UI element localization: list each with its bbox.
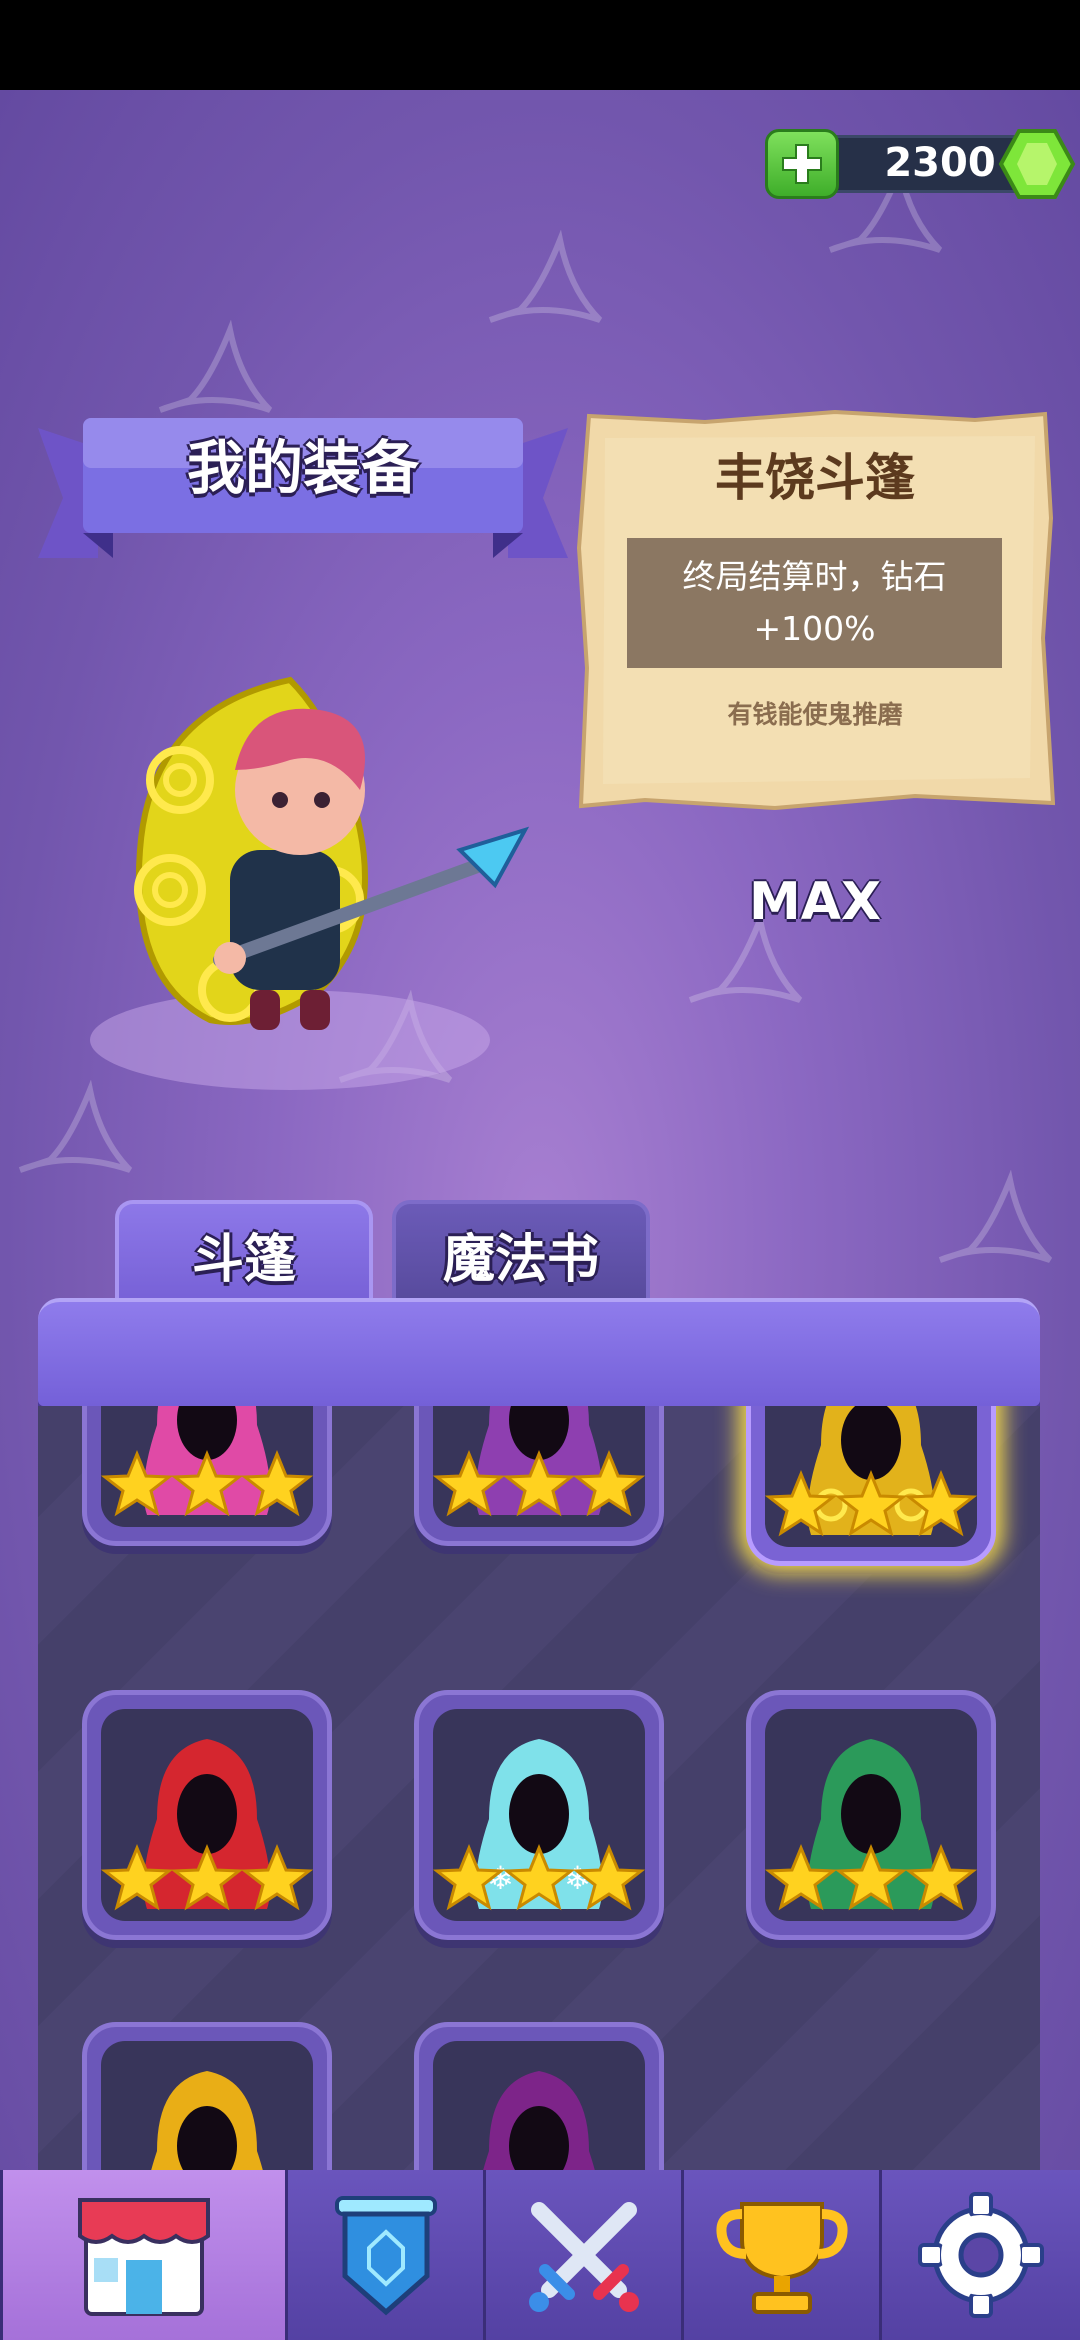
cloak-slot-dark-purple[interactable] [414,2022,664,2170]
cloak-slot-golden-swirl[interactable] [746,1406,996,1566]
cloak-slot-inner [101,2041,313,2170]
inventory-header-bar [38,1298,1040,1406]
wizard-character-with-golden-cloak [90,676,530,1090]
dark-purple-cloak-icon [483,2071,595,2170]
cloak-slot-inner [433,1406,645,1527]
gear-icon [918,2192,1044,2318]
trophy-icon [715,2202,848,2314]
page-title: 我的装备 [186,434,419,502]
cloak-slot-purple-star[interactable] [414,1406,664,1546]
nav-battle[interactable] [483,2170,681,2340]
cloak-slot-red[interactable] [82,1690,332,1940]
cloak-slot-inner [101,1709,313,1921]
cloak-slot-ice-snowflake[interactable]: ❄ ❄ [414,1690,664,1940]
nav-trophy[interactable] [681,2170,879,2340]
bottom-navigation [0,2170,1080,2340]
three-stars-icon [433,1450,645,1517]
item-effect: 终局结算时，钻石+100% [682,557,947,648]
cloak-slot-inner [101,1406,313,1527]
three-stars-icon [101,1450,313,1517]
nav-shop[interactable] [0,2170,285,2340]
equipment-screen: 2300 我的装备 丰饶斗篷 终局结算时，钻石+100% 有钱能使鬼推磨 MAX… [0,90,1080,2170]
cloak-slot-yellow-star[interactable] [82,2022,332,2170]
nav-settings[interactable] [879,2170,1080,2340]
cloak-slot-inner [765,1709,977,1921]
shop-icon [78,2198,210,2316]
plus-icon[interactable] [765,129,839,199]
three-stars-icon [101,1844,313,1911]
cloak-slot-inner: ❄ ❄ [433,1709,645,1921]
green-gem-icon [998,129,1076,199]
cloak-slot-pink-heart[interactable] [82,1406,332,1546]
yellow-cloak-icon [151,2071,263,2170]
item-name: 丰饶斗篷 [715,449,915,507]
crossed-swords-icon [528,2202,639,2312]
hat-pattern-icon [938,1170,1053,1263]
tab-spellbook[interactable]: 魔法书 [392,1200,650,1305]
cloak-slot-inner [433,2041,645,2170]
nav-badge[interactable] [285,2170,483,2340]
cloak-slot-green[interactable] [746,1690,996,1940]
cloak-slot-inner [765,1406,977,1547]
tab-cloak[interactable]: 斗篷 [115,1200,373,1305]
item-level-label: MAX [748,872,882,932]
cloak-inventory-grid[interactable]: ❄ ❄ [38,1406,1040,2170]
status-bar [0,0,1080,90]
gem-counter: 2300 [765,125,1076,199]
equipment-title-banner: 我的装备 [38,408,568,568]
hat-pattern-icon [488,230,603,323]
gem-amount: 2300 [884,140,996,186]
item-effect-box: 终局结算时，钻石+100% [627,538,1002,668]
three-stars-icon [765,1844,977,1911]
shield-badge-icon [334,2196,437,2316]
item-flavor-text: 有钱能使鬼推磨 [727,700,903,729]
three-stars-icon [765,1470,977,1537]
three-stars-icon [433,1844,645,1911]
item-info-card: 丰饶斗篷 终局结算时，钻石+100% 有钱能使鬼推磨 [575,408,1055,818]
